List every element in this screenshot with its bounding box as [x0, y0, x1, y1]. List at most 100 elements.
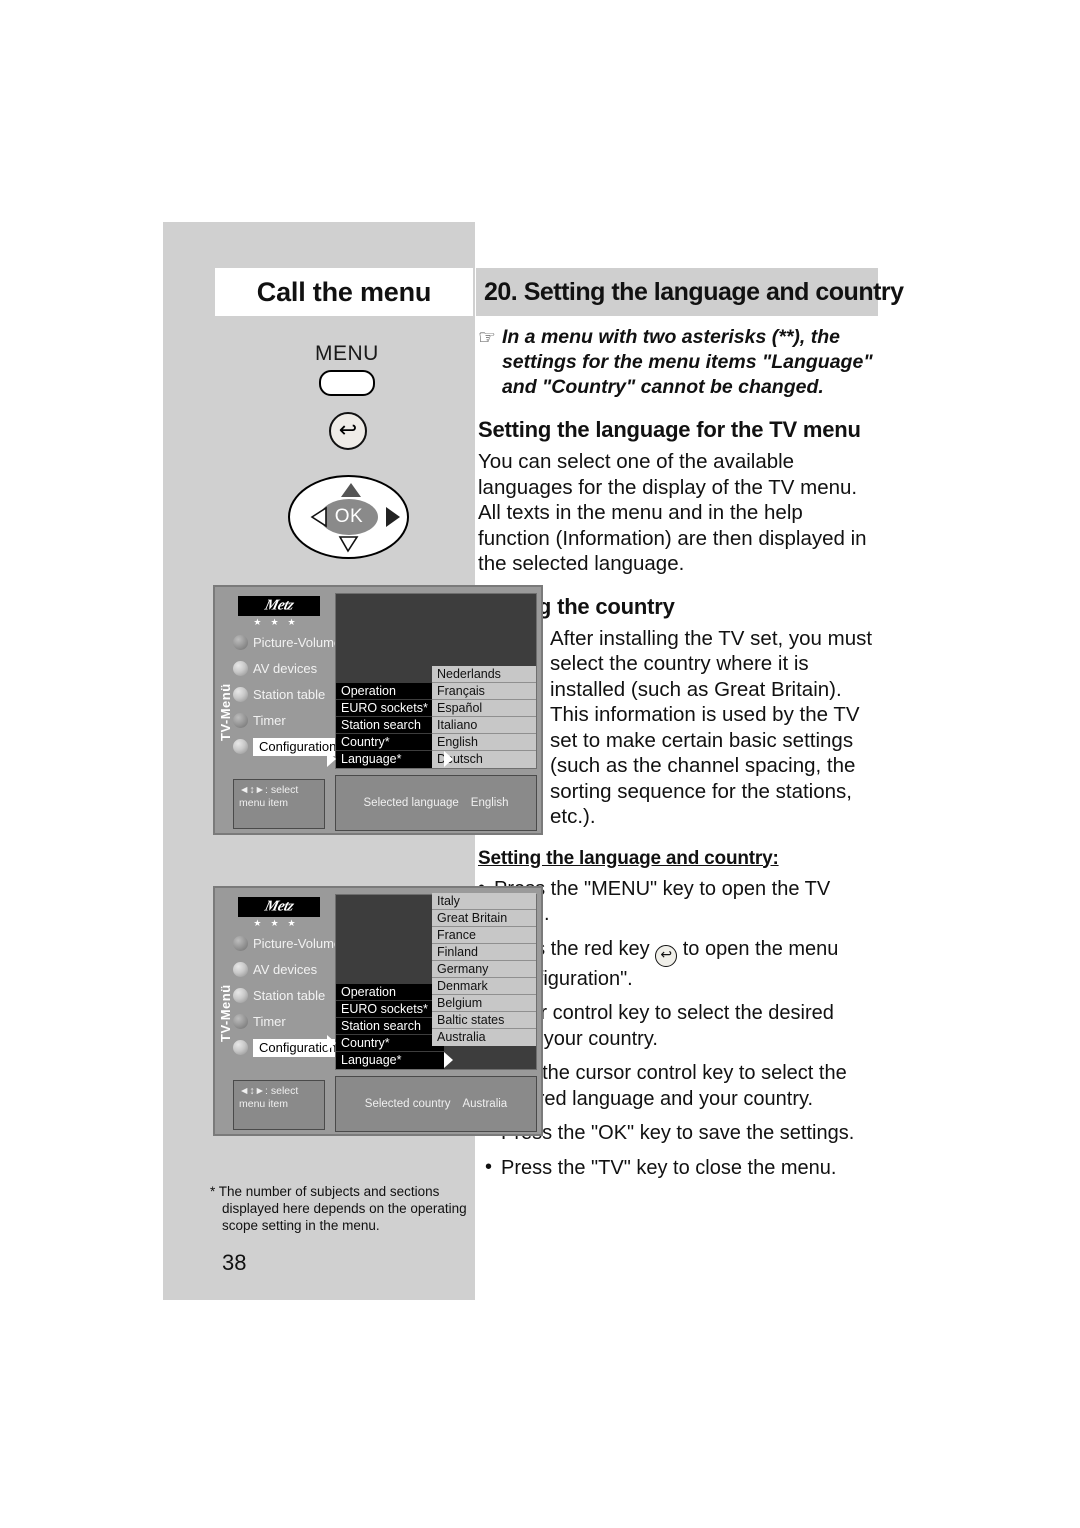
- footnote-text: * The number of subjects and sections di…: [210, 1184, 467, 1233]
- cursor-up-icon[interactable]: [341, 483, 361, 497]
- tv-hint-line2: menu item: [239, 1098, 289, 1110]
- bullet-icon: [233, 962, 248, 977]
- header-left-title-bar: Call the menu: [215, 268, 473, 316]
- bullet-icon: [233, 1014, 248, 1029]
- cursor-control-pad[interactable]: OK: [288, 475, 409, 559]
- metz-logo-text: Metz: [263, 597, 296, 614]
- heading-language: Setting the language for the TV menu: [478, 417, 861, 442]
- page-number: 38: [222, 1250, 247, 1275]
- sidebar-item-label: Station table: [253, 988, 326, 1003]
- step-5: Press the "OK" key to save the settings.: [485, 1120, 878, 1147]
- list-item[interactable]: Italiano: [432, 717, 536, 734]
- sidebar-item-label: AV devices: [253, 962, 318, 977]
- tv-menu-item-label: Language*: [341, 752, 402, 766]
- bullet-icon: [233, 936, 248, 951]
- tv-menu-item-selected[interactable]: Country*: [327, 1035, 444, 1052]
- back-arrow-icon: ↩: [338, 417, 358, 442]
- header-right-title-bar: 20. Setting the language and country: [476, 268, 904, 316]
- tv-main-panel: Operation EURO sockets* Station search C…: [327, 593, 537, 769]
- tv-hint-line2: menu item: [239, 797, 289, 809]
- tv-menu-item[interactable]: Operation: [336, 984, 444, 1001]
- selection-arrow-right-icon: [444, 1052, 453, 1068]
- sidebar-item-label: Station table: [253, 687, 326, 702]
- list-item[interactable]: Nederlands: [432, 666, 536, 683]
- body-language: You can select one of the available lang…: [478, 450, 867, 575]
- tv-menu-item[interactable]: Station search: [336, 1018, 444, 1035]
- sidebar-item-configuration[interactable]: Configuration: [233, 1038, 343, 1057]
- tv-menu-item-selected[interactable]: Language*: [327, 751, 453, 768]
- tv-menu-screenshot-country: TV-Menü Metz ★★★ Picture-Volume AV devic…: [213, 886, 543, 1136]
- tv-status-value: English: [470, 797, 509, 809]
- tv-menu-item[interactable]: Station search: [336, 717, 444, 734]
- menu-key-label: MENU: [315, 342, 379, 365]
- metz-logo: Metz: [238, 596, 320, 616]
- list-item[interactable]: France: [432, 927, 536, 944]
- list-item[interactable]: Español: [432, 700, 536, 717]
- tv-status-label: Selected country: [364, 1098, 451, 1110]
- page-title-left: Call the menu: [256, 276, 432, 307]
- list-item[interactable]: Australia: [432, 1029, 536, 1046]
- tv-country-list: Italy Great Britain France Finland Germa…: [432, 893, 536, 1069]
- tv-menu-item[interactable]: Operation: [336, 683, 444, 700]
- sidebar-item-av-devices[interactable]: AV devices: [233, 659, 317, 678]
- red-key-inline-icon: ↩: [655, 944, 678, 967]
- pointing-hand-icon: ☞: [478, 327, 496, 349]
- sidebar-item-label: AV devices: [253, 661, 318, 676]
- step-4: Use the cursor control key to select the…: [485, 1060, 878, 1112]
- list-item[interactable]: Français: [432, 683, 536, 700]
- tv-menu-item[interactable]: EURO sockets*: [336, 700, 444, 717]
- tv-status-bar: Selected language English: [335, 775, 537, 831]
- tv-status-value: Australia: [462, 1098, 508, 1110]
- sidebar-item-picture-volume[interactable]: Picture-Volume: [233, 633, 341, 652]
- sidebar-item-timer[interactable]: Timer: [233, 1012, 286, 1031]
- tv-sidebar: TV-Menü Metz ★★★ Picture-Volume AV devic…: [218, 593, 343, 831]
- metz-stars-icon: ★★★: [253, 918, 305, 928]
- list-item[interactable]: English: [432, 734, 536, 751]
- tv-menu-item[interactable]: EURO sockets*: [336, 1001, 444, 1018]
- remote-control-diagram: MENU ↩ OK: [163, 330, 475, 580]
- ok-button-label: OK: [334, 506, 364, 527]
- tv-menu-item[interactable]: Country*: [336, 734, 444, 751]
- sidebar-item-station-table[interactable]: Station table: [233, 685, 325, 704]
- list-item[interactable]: Italy: [432, 893, 536, 910]
- sidebar-item-av-devices[interactable]: AV devices: [233, 960, 317, 979]
- metz-stars-icon: ★★★: [253, 617, 305, 627]
- ok-button[interactable]: OK: [320, 499, 378, 535]
- list-item[interactable]: Baltic states: [432, 1012, 536, 1029]
- list-item[interactable]: Belgium: [432, 995, 536, 1012]
- tv-menu-item-label: Country*: [341, 1036, 390, 1050]
- sidebar-item-picture-volume[interactable]: Picture-Volume: [233, 934, 341, 953]
- list-item[interactable]: Finland: [432, 944, 536, 961]
- tv-menu-item-label: Language*: [341, 1053, 402, 1067]
- bullet-icon: [233, 661, 248, 676]
- sidebar-item-timer[interactable]: Timer: [233, 711, 286, 730]
- tv-menu-item[interactable]: Language*: [336, 1052, 453, 1069]
- list-item[interactable]: Great Britain: [432, 910, 536, 927]
- cursor-right-icon[interactable]: [386, 507, 400, 527]
- tv-status-bar: Selected country Australia: [335, 1076, 537, 1132]
- sidebar-item-label: Picture-Volume: [253, 635, 342, 650]
- list-item[interactable]: Germany: [432, 961, 536, 978]
- tv-hint-box: ◄↕►: select menu item: [233, 779, 325, 829]
- list-item[interactable]: Denmark: [432, 978, 536, 995]
- heading-steps: Setting the language and country:: [478, 847, 779, 869]
- sidebar-item-label: Picture-Volume: [253, 936, 342, 951]
- metz-logo-text: Metz: [263, 898, 296, 915]
- red-back-key[interactable]: ↩: [329, 412, 367, 450]
- menu-key-button[interactable]: [319, 370, 375, 396]
- tv-menu-vertical-label: TV-Menü: [218, 984, 233, 1042]
- note-text: In a menu with two asterisks (**), the s…: [501, 326, 873, 398]
- sidebar-item-station-table[interactable]: Station table: [233, 986, 325, 1005]
- sidebar-item-label: Timer: [253, 713, 286, 728]
- page-title-right: 20. Setting the language and country: [484, 277, 904, 306]
- bullet-icon: [233, 1040, 248, 1055]
- tv-menu-column: Operation EURO sockets* Station search C…: [327, 683, 453, 768]
- sidebar-item-configuration[interactable]: Configuration: [233, 737, 343, 756]
- sidebar-item-label: Timer: [253, 1014, 286, 1029]
- tv-hint-line1: ◄↕►: select: [239, 1085, 299, 1097]
- tv-hint-line1: ◄↕►: select: [239, 784, 299, 796]
- metz-logo: Metz: [238, 897, 320, 917]
- body-country: After installing the TV set, you must se…: [550, 626, 873, 829]
- selection-arrow-left-icon: [327, 1035, 336, 1051]
- tv-menu-vertical-label: TV-Menü: [218, 683, 233, 741]
